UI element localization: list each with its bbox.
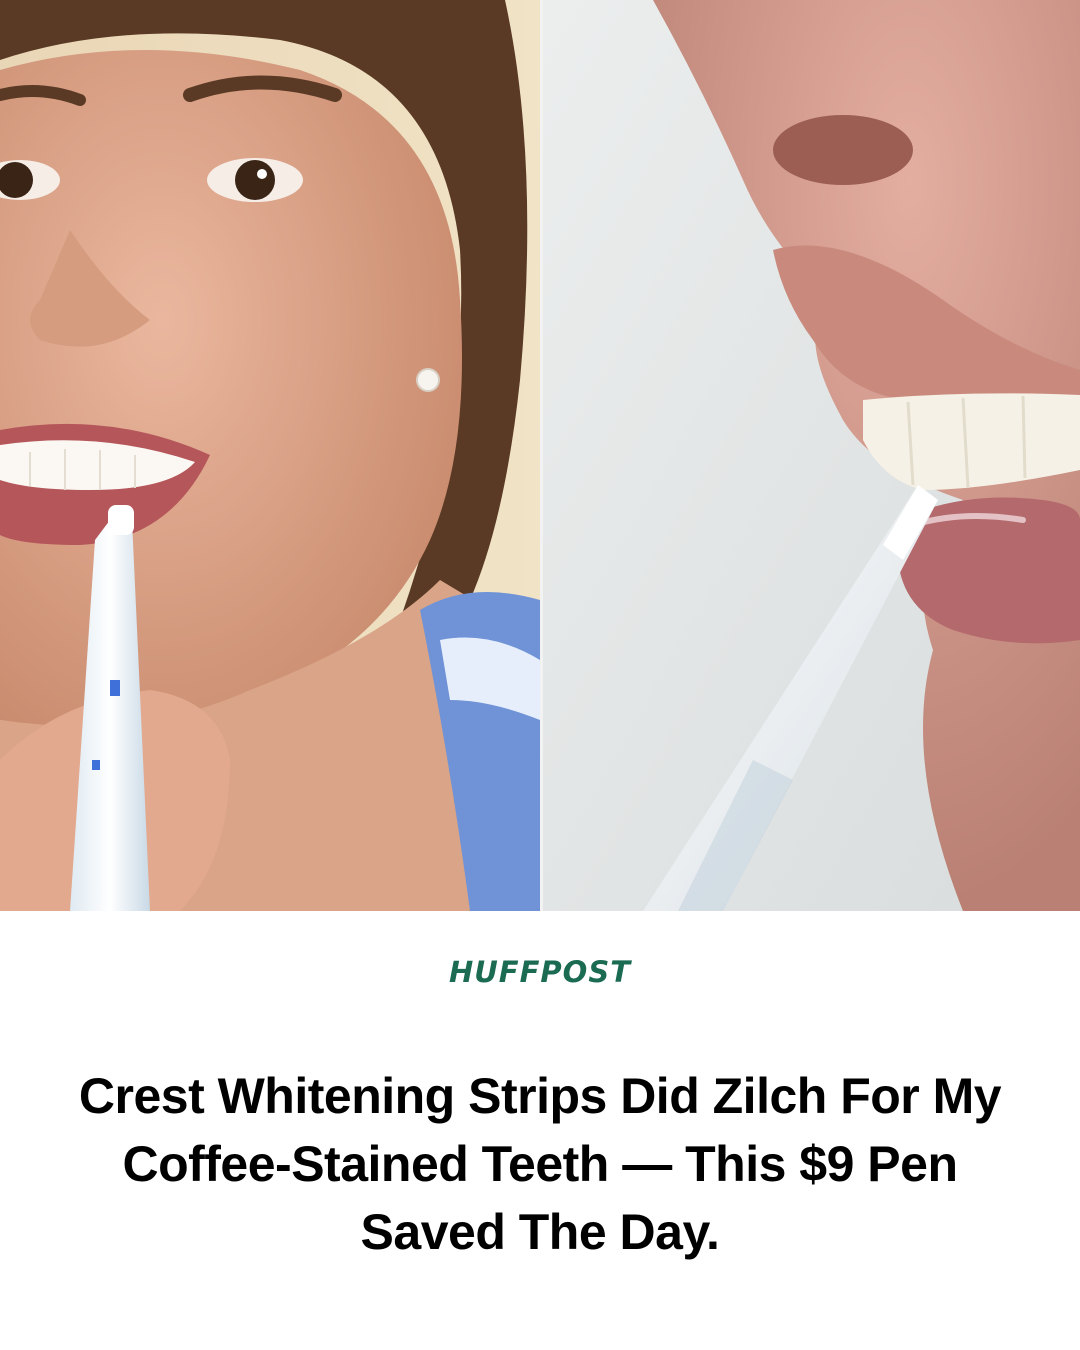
huffpost-logo: HUFFPOST bbox=[448, 955, 631, 989]
photo-right-teeth-closeup bbox=[543, 0, 1080, 911]
photo-collage bbox=[0, 0, 1080, 911]
photo-left-woman-applying-pen bbox=[0, 0, 540, 911]
teeth-closeup-illustration bbox=[543, 0, 1080, 911]
woman-photo-illustration bbox=[0, 0, 540, 911]
article-headline: Crest Whitening Strips Did Zilch For My … bbox=[78, 1068, 1002, 1260]
